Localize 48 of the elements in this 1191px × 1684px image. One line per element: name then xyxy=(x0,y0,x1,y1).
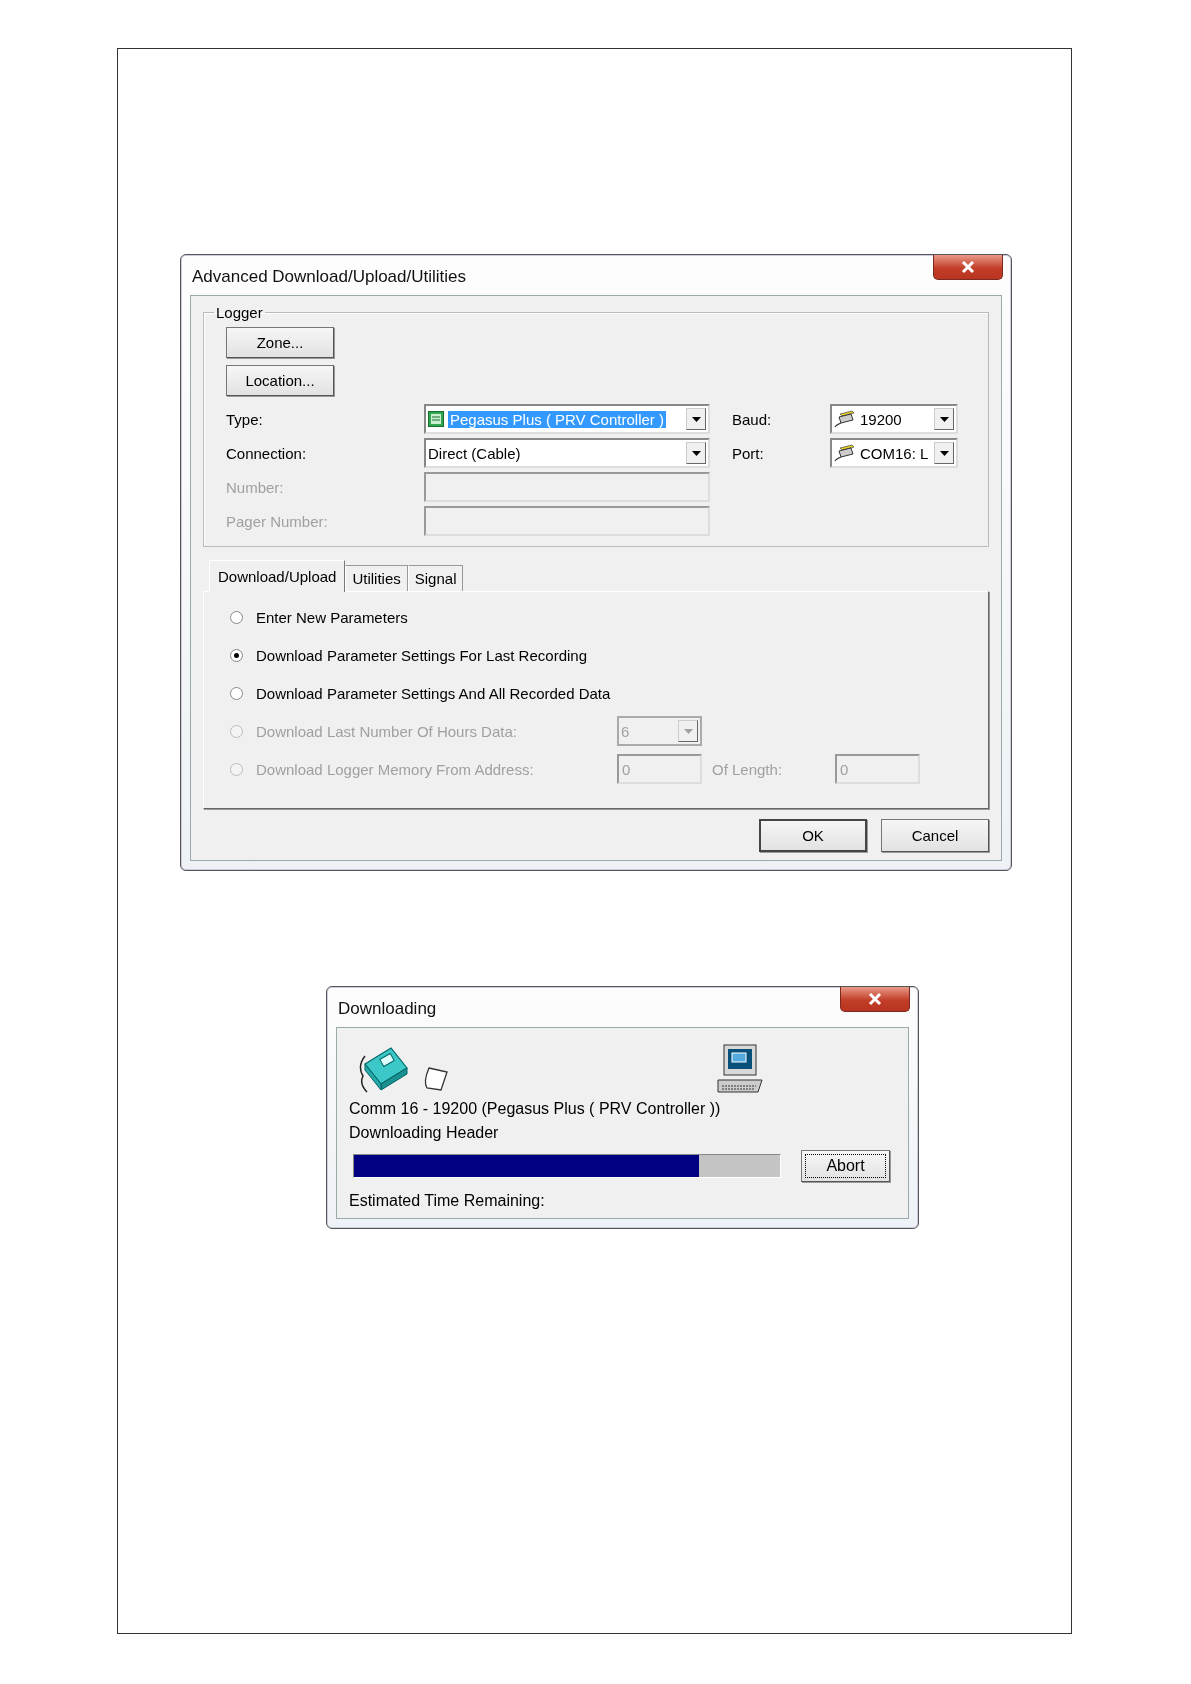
radio-button[interactable] xyxy=(230,686,243,700)
dropdown-button[interactable] xyxy=(934,442,954,464)
caret-icon xyxy=(691,450,701,456)
dropdown-field[interactable]: Direct (Cable) xyxy=(424,438,710,468)
close-icon xyxy=(960,260,976,274)
tab[interactable]: Download/Upload xyxy=(209,560,346,592)
time-label: Estimated Time Remaining: xyxy=(349,1192,546,1210)
field-label: Pager Number: xyxy=(226,512,329,530)
field-label: Baud: xyxy=(732,410,773,428)
dropdown-button[interactable] xyxy=(686,442,706,464)
status-text: Comm 16 - 19200 (Pegasus Plus ( PRV Controller )) xyxy=(349,1100,722,1118)
close-icon xyxy=(867,992,883,1006)
dialog-button[interactable]: OK xyxy=(759,819,867,852)
plug-icon xyxy=(834,444,856,462)
status-text: Downloading Header xyxy=(349,1124,500,1142)
option-label[interactable]: Download Parameter Settings And All Recorded Data xyxy=(256,684,617,702)
radio-button[interactable] xyxy=(230,610,243,624)
option-label[interactable]: Enter New Parameters xyxy=(256,608,617,626)
close-button[interactable] xyxy=(933,255,1003,280)
logger-device-icon xyxy=(357,1046,409,1094)
group-label: Logger xyxy=(215,304,264,321)
window-title: Downloading xyxy=(338,999,437,1019)
field-label: Of Length: xyxy=(712,760,784,778)
tab[interactable]: Signal xyxy=(407,565,464,591)
computer-icon xyxy=(716,1044,764,1094)
abort-button[interactable]: Abort xyxy=(801,1150,890,1182)
dropdown-button[interactable] xyxy=(934,408,954,430)
caret-icon xyxy=(939,416,949,422)
plug-icon xyxy=(834,410,856,428)
radio-button[interactable] xyxy=(230,648,243,662)
option-label[interactable]: Download Parameter Settings For Last Recording xyxy=(256,646,617,664)
field-label: Type: xyxy=(226,410,264,428)
caret-icon xyxy=(683,728,693,734)
dropdown-button[interactable] xyxy=(686,408,706,430)
device-icon xyxy=(428,411,444,427)
dialog-button[interactable]: Cancel xyxy=(881,819,989,852)
dropdown-field[interactable]: 19200 xyxy=(830,404,958,434)
logger-button[interactable]: Zone... xyxy=(226,327,334,358)
dropdown-field[interactable]: COM16: L xyxy=(830,438,958,468)
close-button[interactable] xyxy=(840,987,910,1012)
tab[interactable]: Utilities xyxy=(345,565,408,591)
caret-icon xyxy=(691,416,701,422)
caret-icon xyxy=(939,450,949,456)
field-label: Number: xyxy=(226,478,285,496)
logger-button[interactable]: Location... xyxy=(226,365,334,396)
field-label: Connection: xyxy=(226,444,308,462)
window-title: Advanced Download/Upload/Utilities xyxy=(192,267,467,287)
field-label: Port: xyxy=(732,444,765,462)
